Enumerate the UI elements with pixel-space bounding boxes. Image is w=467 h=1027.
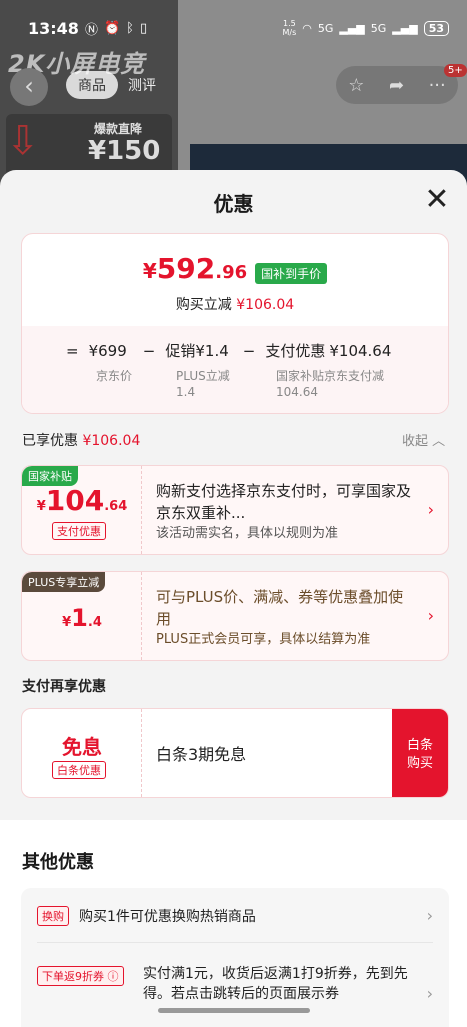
down-arrow-icon: ⇩: [6, 118, 40, 164]
deal-amount: ¥104.64: [36, 484, 128, 517]
pay-discount-detail: 国家补贴京东支付减 104.64: [276, 369, 385, 399]
deal-tag: PLUS专享立减: [22, 572, 106, 592]
signal-icon: ▂▄▆: [392, 21, 418, 35]
nfc-icon: Ⓝ: [84, 22, 98, 38]
signal-label-2: 5G: [370, 21, 387, 35]
interest-free-label: 免息: [62, 735, 102, 759]
chevron-right-icon: ›: [426, 984, 433, 1003]
deal-plus[interactable]: PLUS专享立减 ¥1.4 可与PLUS价、满减、券等优惠叠加使用 PLUS正式…: [21, 571, 449, 661]
pay-discount-amount: ¥104.64: [329, 341, 392, 360]
message-badge: 5+: [444, 64, 467, 77]
promo-price: ¥150: [88, 136, 161, 166]
back-icon[interactable]: ‹: [10, 68, 48, 106]
net-speed: 1.5 M/s: [282, 19, 297, 37]
more-icon[interactable]: ···: [429, 75, 446, 96]
chevron-right-icon: ›: [427, 606, 434, 625]
exchange-text: 购买1件可优惠换购热销商品: [79, 909, 256, 925]
discount-total: 购买立减 ¥106.04: [175, 297, 295, 313]
status-bar: 13:48 Ⓝ ⏰ ᛒ ▯ 1.5 M/s ◠ 5G ▂▄▆ 5G ▂▄▆ 53: [0, 0, 467, 56]
base-price: ¥699: [88, 341, 127, 360]
other-discounts-list: 换购 购买1件可优惠换购热销商品 › 下单返9折券 ⓘ 实付满1元，收货后返满1…: [21, 888, 449, 1027]
coupon-tag: 下单返9折券 ⓘ: [37, 966, 124, 986]
exchange-tag: 换购: [37, 906, 69, 926]
tab-product[interactable]: 商品: [66, 71, 118, 99]
share-icon[interactable]: ➦: [389, 75, 404, 96]
toolbar: ☆ ➦ ···: [336, 66, 458, 104]
deal-national-subsidy[interactable]: 国家补贴 ¥104.64 支付优惠 购新支付选择京东支付时，可享国家及京东双重补…: [21, 465, 449, 555]
vibrate-icon: ▯: [139, 20, 148, 36]
deal-amount: ¥1.4: [62, 604, 102, 632]
battery-indicator: 53: [423, 20, 449, 36]
equals-sign: =: [66, 341, 79, 360]
tab-review[interactable]: 测评: [128, 75, 156, 95]
base-price-label: 京东价: [96, 369, 133, 383]
alarm-icon: ⏰: [103, 20, 121, 36]
deal-sublabel: 支付优惠: [52, 522, 106, 540]
enjoyed-discount: 已享优惠 ¥106.04: [22, 433, 141, 449]
subsidy-price-tag: 国补到手价: [255, 263, 328, 284]
pay-discount-label: 支付优惠: [265, 342, 326, 360]
promo-detail: PLUS立减 1.4: [176, 369, 230, 399]
deal-tag: 国家补贴: [22, 466, 78, 486]
chevron-right-icon: ›: [426, 906, 433, 925]
signal-label-1: 5G: [317, 21, 334, 35]
baitiao-tag: 白条优惠: [52, 761, 106, 779]
pay-section-label: 支付再享优惠: [22, 679, 106, 695]
minus-sign: −: [242, 341, 256, 360]
signal-icon: ▂▄▆: [339, 21, 365, 35]
minus-sign: −: [142, 341, 156, 360]
promo-title: 爆款直降: [94, 122, 143, 136]
list-item[interactable]: 换购 购买1件可优惠换购热销商品: [37, 906, 433, 926]
coupon-text: 实付满1元，收货后返满1打9折券，先到先得。若点击跳转后的页面展示券: [143, 966, 408, 1002]
deal-description: 购新支付选择京东支付时，可享国家及京东双重补...: [156, 482, 412, 522]
bluetooth-icon: ᛒ: [126, 20, 134, 36]
status-time: 13:48: [28, 18, 79, 38]
other-discounts-title: 其他优惠: [22, 852, 94, 873]
installment-text: 白条3期免息: [156, 745, 247, 764]
chevron-up-icon: ︿: [432, 434, 446, 449]
deal-note: 该活动需实名，具体以规则为准: [156, 526, 339, 541]
promo-label: 促销: [165, 342, 196, 360]
final-price: ¥592.96: [142, 252, 248, 285]
chevron-right-icon: ›: [427, 500, 434, 519]
baitiao-buy-button[interactable]: 白条 购买: [392, 709, 448, 797]
wifi-icon: ◠: [302, 21, 312, 35]
baitiao-card: 免息 白条优惠 白条3期免息 白条 购买: [21, 708, 449, 798]
other-discounts: 其他优惠 换购 购买1件可优惠换购热销商品 › 下单返9折券 ⓘ 实付满1元，收…: [0, 820, 467, 1027]
discount-sheet: 优惠 ✕ ¥592.96 国补到手价 购买立减 ¥106.04 = ¥699 −…: [0, 170, 467, 1027]
price-summary-card: ¥592.96 国补到手价 购买立减 ¥106.04 = ¥699 − 促销 ¥…: [21, 233, 449, 414]
info-icon: ⓘ: [107, 970, 119, 983]
deal-description: 可与PLUS价、满减、券等优惠叠加使用: [156, 588, 404, 628]
promo-amount: ¥1.4: [195, 341, 229, 360]
divider: [37, 942, 433, 943]
home-indicator[interactable]: [158, 1008, 310, 1013]
star-icon[interactable]: ☆: [348, 75, 364, 96]
collapse-button[interactable]: 收起 ︿: [402, 430, 445, 449]
price-breakdown: = ¥699 − 促销 ¥1.4 − 支付优惠 ¥104.64 京东价 PLUS…: [22, 326, 448, 413]
deal-note: PLUS正式会员可享，具体以结算为准: [156, 632, 371, 647]
close-icon[interactable]: ✕: [420, 184, 454, 218]
product-tabs: 商品 测评: [66, 70, 156, 100]
sheet-title: 优惠: [213, 192, 254, 216]
